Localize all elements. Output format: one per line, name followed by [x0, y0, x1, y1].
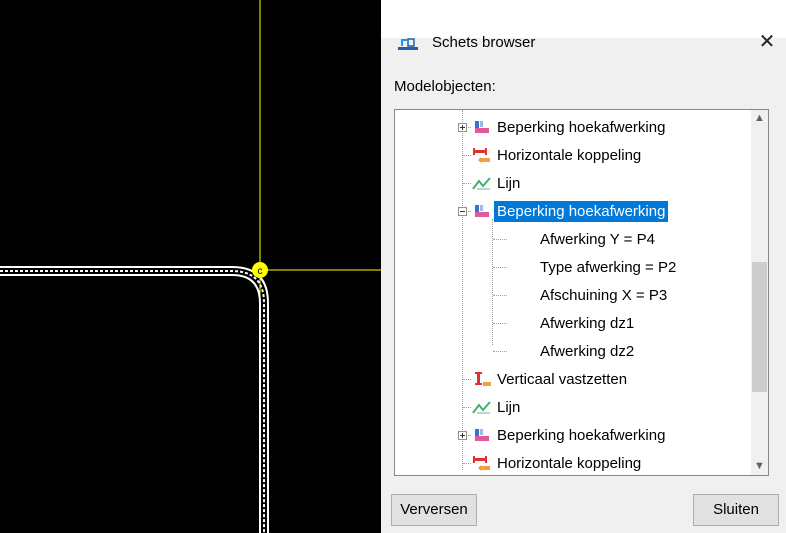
tree-item[interactable]: Beperking hoekafwerking [472, 115, 668, 139]
scroll-thumb[interactable] [752, 262, 767, 392]
tree-item[interactable]: Lijn [472, 395, 523, 419]
tree-item-label: Beperking hoekafwerking [494, 200, 669, 222]
svg-text:c: c [258, 266, 263, 277]
tree-item[interactable]: Horizontale koppeling [472, 451, 644, 475]
expand-icon[interactable] [458, 123, 467, 132]
sketch-canvas[interactable]: c [0, 0, 381, 533]
sketch-drawing: c [0, 0, 381, 533]
vertical-fix-icon [472, 371, 492, 387]
tree-connector-line [463, 407, 471, 409]
tree-connector-line [463, 183, 471, 185]
models-label: Modelobjecten: [394, 78, 496, 95]
profile-inner-line [0, 274, 261, 533]
tree-item[interactable]: Lijn [472, 171, 523, 195]
tree-item-label: Afwerking dz1 [540, 314, 635, 332]
tree-item-label: Afwerking Y = P4 [540, 230, 655, 248]
tree-connector-line [463, 155, 471, 157]
tree-child-item[interactable]: Afschuining X = P3 [537, 283, 670, 307]
tree-item-label: Type afwerking = P2 [540, 258, 677, 276]
tree-item-label: Horizontale koppeling [497, 146, 642, 164]
tree-connector-line [493, 323, 507, 325]
profile-outer-line [0, 266, 269, 533]
sketch-browser-dialog: Schets browser ✕ Modelobjecten: Beperkin… [381, 0, 786, 533]
corner-constraint-icon [472, 427, 492, 443]
tree-item-label: Lijn [497, 398, 521, 416]
tree-child-item[interactable]: Afwerking Y = P4 [537, 227, 658, 251]
scroll-up-icon[interactable]: ▲ [751, 110, 768, 127]
refresh-button[interactable]: Verversen [391, 494, 477, 526]
tree-item-label: Verticaal vastzetten [497, 370, 628, 388]
tree-connector-line [493, 295, 507, 297]
corner-constraint-icon [472, 119, 492, 135]
tree-item-label: Beperking hoekafwerking [497, 426, 666, 444]
child-trunk-line [492, 219, 494, 345]
tree-item-label: Afschuining X = P3 [540, 286, 668, 304]
tree-connector-line [463, 379, 471, 381]
horizontal-coupling-icon [472, 455, 492, 471]
tree-item-label: Beperking hoekafwerking [497, 118, 666, 136]
tree-connector-line [493, 239, 507, 241]
tree-connector-line [463, 463, 471, 465]
corner-constraint-icon [472, 203, 492, 219]
tree-item[interactable]: Verticaal vastzetten [472, 367, 630, 391]
expand-icon[interactable] [458, 431, 467, 440]
close-button[interactable]: Sluiten [693, 494, 779, 526]
tree-item-label: Afwerking dz2 [540, 342, 635, 360]
tree-trunk-line [462, 110, 464, 470]
tree-child-item[interactable]: Afwerking dz2 [537, 339, 637, 363]
title-bar [381, 0, 786, 38]
tree-connector-line [493, 351, 507, 353]
close-icon[interactable]: ✕ [756, 29, 778, 54]
tree-child-item[interactable]: Afwerking dz1 [537, 311, 637, 335]
model-objects-tree[interactable]: Beperking hoekafwerking Horizontale koppe… [394, 109, 769, 476]
app-icon [398, 38, 418, 50]
tree-item-label: Lijn [497, 174, 521, 192]
tree-item[interactable]: Beperking hoekafwerking [472, 199, 669, 223]
horizontal-coupling-icon [472, 147, 492, 163]
tree-item[interactable]: Beperking hoekafwerking [472, 423, 668, 447]
tree-connector-line [493, 267, 507, 269]
tree-child-item[interactable]: Type afwerking = P2 [537, 255, 679, 279]
line-icon [472, 175, 492, 191]
profile-center-line [0, 270, 265, 533]
vertical-scrollbar[interactable]: ▲ ▼ [751, 110, 768, 475]
dialog-title: Schets browser [432, 34, 536, 51]
line-icon [472, 399, 492, 415]
tree-item[interactable]: Horizontale koppeling [472, 143, 644, 167]
scroll-down-icon[interactable]: ▼ [751, 458, 768, 475]
collapse-icon[interactable] [458, 207, 467, 216]
tree-item-label: Horizontale koppeling [497, 454, 642, 472]
